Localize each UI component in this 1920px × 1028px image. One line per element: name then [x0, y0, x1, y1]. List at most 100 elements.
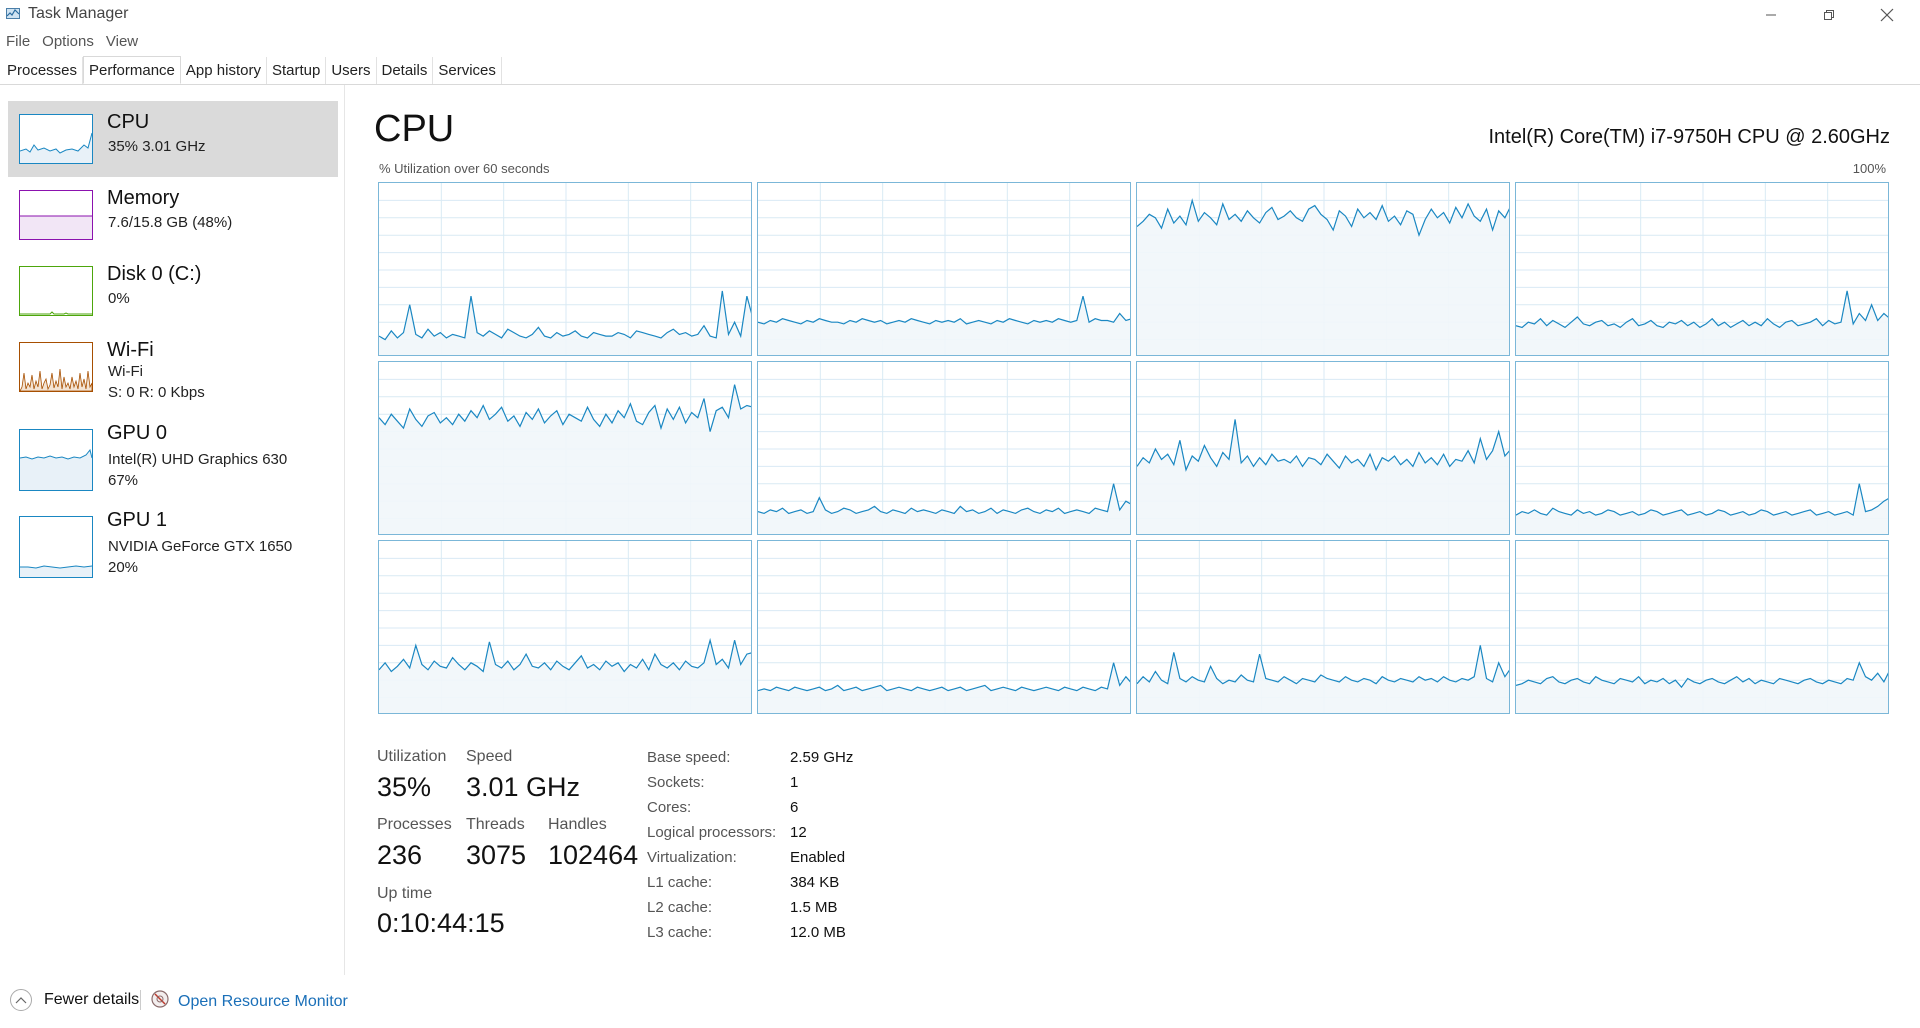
resource-sidebar: CPU 35% 3.01 GHz Memory 7.6/15.8 GB (48%…: [0, 85, 345, 975]
open-resource-monitor-link[interactable]: Open Resource Monitor: [150, 989, 348, 1014]
menu-view[interactable]: View: [100, 31, 144, 53]
speed-value: 3.01 GHz: [466, 772, 581, 802]
sidebar-item-cpu[interactable]: CPU 35% 3.01 GHz: [8, 101, 338, 177]
cpu-core-graph: [757, 540, 1131, 714]
resource-monitor-icon: [150, 989, 170, 1014]
cpu-core-graph: [1136, 182, 1510, 356]
window-title: Task Manager: [28, 5, 129, 22]
cpu-core-graph: [378, 361, 752, 535]
sidebar-item-name: GPU 0: [107, 422, 168, 444]
menu-file[interactable]: File: [0, 31, 36, 53]
tab-users[interactable]: Users: [326, 57, 377, 84]
cpu-model-name: Intel(R) Core(TM) i7-9750H CPU @ 2.60GHz: [1488, 126, 1890, 148]
sidebar-item-detail: 7.6/15.8 GB (48%): [108, 214, 233, 231]
cpu-core-graph: [1515, 361, 1889, 535]
sidebar-item-memory[interactable]: Memory 7.6/15.8 GB (48%): [8, 177, 338, 253]
info-value: 12: [790, 824, 807, 841]
cpu-core-graph: [757, 361, 1131, 535]
sidebar-item-detail: Wi-Fi: [108, 363, 143, 380]
info-label: L1 cache:: [647, 874, 713, 891]
info-label: L2 cache:: [647, 899, 713, 916]
info-value: Enabled: [790, 849, 846, 866]
close-button[interactable]: [1858, 0, 1916, 30]
tab-details[interactable]: Details: [377, 57, 434, 84]
sidebar-item-detail: NVIDIA GeForce GTX 1650: [108, 538, 293, 555]
utilization-value: 35%: [377, 772, 432, 802]
sidebar-item-gpu0[interactable]: GPU 0 Intel(R) UHD Graphics 630 67%: [8, 420, 338, 496]
info-label: Cores:: [647, 799, 692, 816]
restore-icon: [1823, 9, 1835, 21]
cpu-core-graph: [1136, 361, 1510, 535]
minimize-button[interactable]: [1742, 0, 1800, 30]
memory-thumbnail-graph: [19, 190, 93, 240]
task-manager-icon: [6, 7, 20, 21]
tab-processes[interactable]: Processes: [0, 57, 84, 84]
cpu-core-graph: [1136, 540, 1510, 714]
handles-value: 102464: [548, 840, 639, 870]
cpu-thumbnail-graph: [19, 114, 93, 164]
speed-label: Speed: [466, 748, 513, 765]
sidebar-item-name: GPU 1: [107, 509, 168, 531]
sidebar-item-usage: 67%: [108, 472, 139, 489]
threads-value: 3075: [466, 840, 527, 870]
uptime-value: 0:10:44:15: [377, 908, 505, 938]
info-label: Logical processors:: [647, 824, 777, 841]
disk-thumbnail-graph: [19, 266, 93, 316]
sidebar-item-usage: 20%: [108, 559, 139, 576]
utilization-label: Utilization: [377, 748, 447, 765]
tab-app-history[interactable]: App history: [181, 57, 267, 84]
info-label: Sockets:: [647, 774, 705, 791]
graph-caption: % Utilization over 60 seconds: [379, 161, 550, 176]
sidebar-item-name: Wi-Fi: [107, 339, 154, 361]
processes-value: 236: [377, 840, 423, 870]
gpu1-thumbnail-graph: [19, 516, 93, 578]
uptime-label: Up time: [377, 885, 433, 902]
info-value: 6: [790, 799, 799, 816]
sidebar-item-detail: 35% 3.01 GHz: [108, 138, 206, 155]
page-title: CPU: [374, 108, 455, 150]
tab-services[interactable]: Services: [433, 57, 502, 84]
tab-bar: Processes Performance App history Startu…: [0, 56, 1920, 85]
graph-max-label: 100%: [1852, 161, 1886, 176]
tab-startup[interactable]: Startup: [267, 57, 327, 84]
processes-label: Processes: [377, 816, 452, 833]
tab-performance[interactable]: Performance: [83, 56, 181, 84]
sidebar-item-name: CPU: [107, 111, 150, 133]
fewer-details-label: Fewer details: [44, 991, 140, 1008]
title-bar: Task Manager: [0, 0, 1920, 30]
info-label: L3 cache:: [647, 924, 713, 941]
minimize-icon: [1765, 9, 1777, 21]
info-value: 2.59 GHz: [790, 749, 854, 766]
cpu-core-graph: [1515, 540, 1889, 714]
chevron-up-icon: [10, 989, 32, 1011]
restore-button[interactable]: [1800, 0, 1858, 30]
menu-options[interactable]: Options: [36, 31, 100, 53]
footer-divider: [140, 990, 141, 1010]
handles-label: Handles: [548, 816, 607, 833]
menu-bar: File Options View: [0, 31, 144, 53]
sidebar-item-name: Disk 0 (C:): [107, 263, 202, 285]
threads-label: Threads: [466, 816, 525, 833]
wifi-thumbnail-graph: [19, 342, 93, 392]
info-label: Virtualization:: [647, 849, 737, 866]
close-icon: [1880, 8, 1894, 22]
sidebar-item-disk[interactable]: Disk 0 (C:) 0%: [8, 253, 338, 329]
sidebar-item-wifi[interactable]: Wi-Fi Wi-Fi S: 0 R: 0 Kbps: [8, 329, 338, 405]
cpu-core-graph: [757, 182, 1131, 356]
gpu0-thumbnail-graph: [19, 429, 93, 491]
info-value: 12.0 MB: [790, 924, 846, 941]
cpu-core-graph: [378, 540, 752, 714]
sidebar-item-detail: Intel(R) UHD Graphics 630: [108, 451, 288, 468]
info-value: 384 KB: [790, 874, 840, 891]
info-label: Base speed:: [647, 749, 731, 766]
sidebar-item-gpu1[interactable]: GPU 1 NVIDIA GeForce GTX 1650 20%: [8, 507, 338, 583]
fewer-details-button[interactable]: Fewer details: [10, 989, 139, 1011]
resource-monitor-label: Open Resource Monitor: [178, 992, 348, 1010]
sidebar-item-rate: S: 0 R: 0 Kbps: [108, 384, 205, 401]
sidebar-item-detail: 0%: [108, 290, 130, 307]
cpu-core-graph: [378, 182, 752, 356]
info-value: 1: [790, 774, 799, 791]
sidebar-item-name: Memory: [107, 187, 180, 209]
logical-processor-graphs: [378, 182, 1890, 714]
cpu-core-graph: [1515, 182, 1889, 356]
